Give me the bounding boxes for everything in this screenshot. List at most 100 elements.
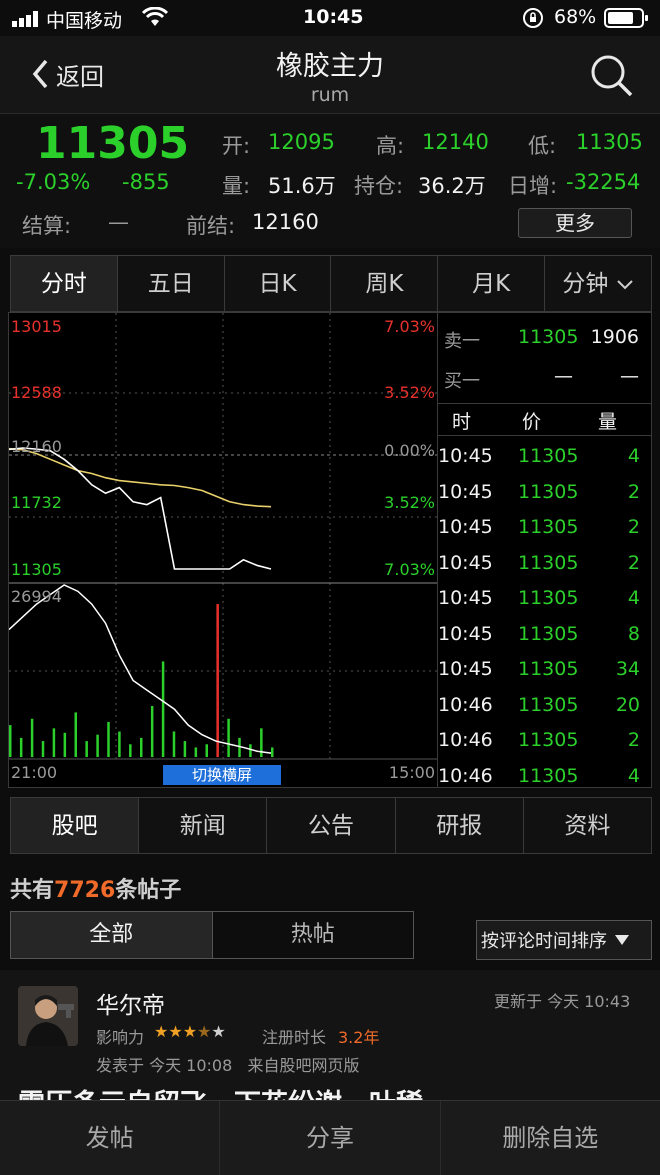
tab-forum[interactable]: 股吧 — [11, 798, 140, 853]
quote-header: 11305 -7.03% -855 开: 12095 高: 12140 低: 1… — [0, 114, 660, 248]
tab-profile[interactable]: 资料 — [524, 798, 651, 853]
post-count-number: 7726 — [54, 878, 116, 903]
sort-dropdown[interactable]: 按评论时间排序 — [476, 920, 652, 960]
high-label: 高: — [376, 134, 405, 158]
price-tick-right-1: 3.52% — [384, 383, 435, 402]
tab-research[interactable]: 研报 — [396, 798, 524, 853]
buy-one-price: — — [554, 365, 573, 387]
open-interest-label: 持仓: — [354, 174, 404, 198]
trade-time: 10:46 — [438, 764, 493, 787]
tab-intraday[interactable]: 分时 — [11, 256, 118, 311]
landscape-toggle-button[interactable]: 切换横屏 — [163, 765, 281, 785]
trade-time: 10:46 — [438, 693, 493, 716]
trade-row: 10:45 11305 34 — [438, 652, 652, 687]
carrier-label: 中国移动 — [46, 10, 123, 32]
rating-star-icon: ★ — [211, 1022, 226, 1041]
chart-canvas — [8, 313, 437, 760]
volume-bar — [96, 734, 99, 757]
trade-price: 11305 — [518, 516, 579, 538]
trade-qty: 2 — [627, 551, 640, 574]
post-author[interactable]: 华尔帝 — [96, 986, 165, 1020]
tab-daily-k[interactable]: 日K — [225, 256, 332, 311]
trade-price: 11305 — [518, 693, 579, 716]
registration-value: 3.2年 — [338, 1028, 380, 1047]
time-end-label: 15:00 — [388, 763, 435, 782]
trade-price: 11305 — [518, 729, 579, 751]
high-value: 12140 — [422, 130, 489, 154]
nav-bar: 返回 橡胶主力 rum — [0, 36, 660, 114]
sell-one-qty: 1906 — [590, 326, 639, 348]
buy-one-label: 买一 — [444, 371, 480, 392]
volume-label: 量: — [222, 174, 251, 198]
sell-one-label: 卖一 — [444, 331, 480, 352]
signal-icon — [12, 10, 42, 32]
volume-bar — [216, 604, 219, 757]
rating-star-icon: ★ — [154, 1022, 169, 1041]
intraday-chart: 13015 12588 12160 11732 11305 7.03% 3.52… — [8, 312, 438, 788]
volume-bar — [19, 737, 23, 757]
volume-bar — [9, 725, 12, 757]
chevron-down-icon — [616, 280, 633, 290]
registration-label: 注册时长 — [262, 1028, 327, 1047]
divider — [438, 435, 652, 436]
post-item[interactable]: 华尔帝 更新于 今天 10:43 影响力 ★★★★★ 注册时长 3.2年 发表于… — [0, 970, 660, 1100]
day-increase-value: -32254 — [566, 170, 641, 194]
filter-hot[interactable]: 热帖 — [211, 912, 414, 958]
tab-announcements[interactable]: 公告 — [267, 798, 396, 853]
influence-label: 影响力 — [96, 1028, 145, 1047]
price-tick-left-1: 12588 — [11, 383, 62, 402]
settle-label: 结算: — [22, 214, 72, 238]
battery-icon — [604, 8, 650, 33]
rating-star-icon: ★ — [168, 1022, 183, 1041]
post-button[interactable]: 发帖 — [0, 1101, 219, 1175]
trade-qty: 4 — [627, 764, 640, 787]
last-price: 11305 — [36, 118, 190, 169]
tab-monthly-k[interactable]: 月K — [438, 256, 546, 311]
page-title: 橡胶主力 — [276, 51, 384, 82]
open-interest-line — [8, 584, 272, 754]
price-tick-left-4: 11305 — [11, 560, 62, 579]
price-tick-right-3: 3.52% — [384, 493, 435, 512]
volume-bar — [161, 661, 165, 757]
price-tick-left-0: 13015 — [11, 317, 62, 336]
remove-watchlist-button[interactable]: 删除自选 — [439, 1101, 660, 1175]
low-value: 11305 — [576, 130, 643, 154]
more-button[interactable]: 更多 — [518, 208, 632, 238]
sell-one-price: 11305 — [518, 326, 579, 348]
volume-bar — [74, 712, 77, 757]
battery-label: 68% — [554, 6, 597, 28]
day-increase-label: 日增: — [508, 174, 558, 198]
tab-weekly-k[interactable]: 周K — [331, 256, 439, 311]
trade-time: 10:45 — [438, 551, 493, 574]
volume-axis-max: 26994 — [11, 587, 62, 606]
filter-all[interactable]: 全部 — [11, 912, 212, 958]
page-subtitle: rum — [310, 84, 350, 106]
post-count: 共有7726条帖子 — [10, 872, 181, 904]
volume-bar — [107, 721, 110, 757]
volume-bar — [118, 731, 121, 757]
post-title[interactable]: 雷压多元自留飞，下花纷谢，叶稀 — [18, 1082, 423, 1100]
trade-price: 11305 — [518, 622, 579, 645]
volume-bar — [183, 741, 187, 757]
price-tick-left-2: 12160 — [11, 437, 62, 456]
open-label: 开: — [222, 134, 251, 158]
volume-bar — [30, 718, 34, 757]
trade-time: 10:45 — [438, 622, 493, 645]
triangle-down-icon — [615, 935, 629, 945]
trade-qty: 20 — [615, 693, 640, 716]
trades-header-time: 时 — [452, 411, 472, 433]
price-tick-right-4: 7.03% — [384, 560, 435, 579]
share-button[interactable]: 分享 — [219, 1101, 439, 1175]
tab-five-day[interactable]: 五日 — [118, 256, 225, 311]
info-tabs: 股吧 新闻 公告 研报 资料 — [10, 797, 652, 854]
trade-row: 10:46 11305 4 — [438, 759, 652, 794]
trade-row: 10:45 11305 8 — [438, 617, 652, 652]
bottom-action-bar: 发帖 分享 删除自选 — [0, 1100, 660, 1175]
post-filter-tabs: 全部 热帖 — [10, 911, 414, 959]
volume-bar — [194, 747, 198, 757]
tab-minute[interactable]: 分钟 — [545, 256, 651, 311]
search-icon[interactable] — [588, 52, 634, 102]
tab-news[interactable]: 新闻 — [139, 798, 268, 853]
buy-one-qty: — — [620, 365, 639, 387]
price-tick-right-2: 0.00% — [384, 441, 435, 460]
